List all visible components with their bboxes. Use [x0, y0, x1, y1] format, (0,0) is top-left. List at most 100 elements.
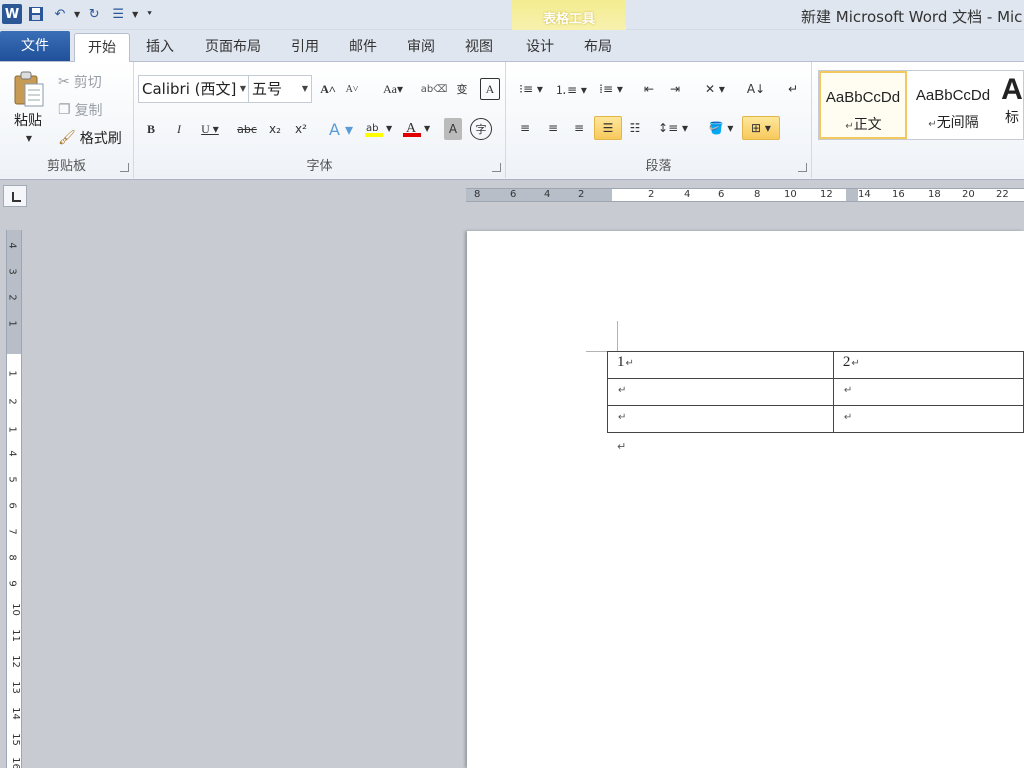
tab-mailings[interactable]: 邮件	[340, 33, 386, 61]
tab-selector[interactable]	[3, 185, 27, 207]
ruler-number: 6	[510, 189, 517, 200]
style-sample: AaBbCcDd	[915, 87, 991, 104]
cut-button[interactable]: ✂ 剪切	[58, 70, 102, 94]
format-painter-button[interactable]: 🖌 格式刷	[58, 126, 122, 150]
text-effects-icon[interactable]: A ▾	[326, 118, 356, 140]
tab-table-design[interactable]: 设计	[516, 33, 564, 61]
paste-icon[interactable]	[12, 70, 46, 110]
phonetic-guide-icon[interactable]: 变	[452, 78, 472, 100]
clipboard-group-label: 剪贴板	[46, 159, 86, 174]
decrease-indent-icon[interactable]: ⇤	[638, 78, 660, 100]
italic-icon[interactable]: I	[170, 118, 188, 140]
cell-text: 1	[617, 354, 625, 370]
tab-home[interactable]: 开始	[74, 33, 130, 63]
tab-page-layout[interactable]: 页面布局	[196, 33, 270, 61]
font-group: Calibri (西文] ▼ 五号 ▼ A˄ A˅ Aa▾ ab⌫ 变 A B I …	[134, 62, 506, 178]
subscript-icon[interactable]: x₂	[266, 118, 284, 140]
change-case-icon[interactable]: Aa▾	[378, 78, 408, 100]
table-cell[interactable]: ↵	[832, 378, 1024, 406]
justify-icon[interactable]: ☰	[594, 116, 622, 140]
tab-review[interactable]: 审阅	[398, 33, 444, 61]
tab-insert[interactable]: 插入	[138, 33, 182, 61]
format-painter-label: 格式刷	[79, 131, 122, 147]
table-row: 1↵ 2↵	[607, 351, 1024, 379]
ruler-column-marker[interactable]	[846, 189, 858, 201]
word-app-icon[interactable]: W	[2, 4, 22, 24]
table-cell[interactable]: 1↵	[607, 351, 834, 379]
align-right-icon[interactable]: ≡	[568, 116, 590, 140]
align-left-icon[interactable]: ≡	[514, 116, 536, 140]
cut-label: 剪切	[73, 75, 102, 91]
tab-table-layout[interactable]: 布局	[574, 33, 622, 61]
font-name-combo[interactable]: Calibri (西文] ▼	[138, 75, 250, 103]
enclose-characters-icon[interactable]: 字	[470, 118, 492, 140]
clear-formatting-icon[interactable]: ab⌫	[421, 78, 448, 100]
paragraph-launcher-icon[interactable]	[798, 163, 807, 172]
show-marks-icon[interactable]: ↵	[782, 78, 804, 100]
style-normal[interactable]: AaBbCcDd ↵正文	[819, 71, 907, 139]
bullets-icon[interactable]: ⁝≡ ▾	[514, 78, 548, 100]
table-cell[interactable]: ↵	[607, 405, 834, 433]
shading-icon[interactable]: 🪣 ▾	[702, 116, 740, 140]
tab-file[interactable]: 文件	[0, 31, 70, 61]
styles-gallery: AaBbCcDd ↵正文 AaBbCcDd ↵无间隔 A 标	[818, 70, 1024, 140]
undo-icon[interactable]: ↶	[50, 4, 70, 24]
customize-qat-icon[interactable]: ⯆	[146, 9, 152, 19]
distributed-icon[interactable]: ☷	[624, 116, 646, 140]
sort-icon[interactable]: A↓	[744, 78, 768, 100]
grow-font-icon[interactable]: A˄	[318, 78, 338, 100]
font-size-combo[interactable]: 五号 ▼	[248, 75, 312, 103]
paste-dropdown-icon[interactable]: ▼	[24, 134, 34, 143]
copy-button[interactable]: ❐ 复制	[58, 98, 103, 122]
line-spacing-icon[interactable]: ↕≡ ▾	[656, 116, 690, 140]
horizontal-ruler[interactable]: 8 6 4 2 2 4 6 8 10 12 14 16 18 20 22	[466, 188, 1024, 202]
ruler-number: 1	[6, 320, 18, 327]
character-shading-icon[interactable]: A	[444, 118, 462, 140]
ruler-number: 15	[9, 733, 21, 746]
align-center-icon[interactable]: ≡	[542, 116, 564, 140]
paragraph-mark-icon: ↵	[843, 412, 853, 423]
style-no-spacing[interactable]: AaBbCcDd ↵无间隔	[909, 71, 997, 139]
tab-references[interactable]: 引用	[282, 33, 328, 61]
ruler-number: 12	[820, 189, 833, 200]
redo-icon[interactable]: ↻	[84, 4, 104, 24]
document-page[interactable]	[467, 231, 1024, 768]
multilevel-list-icon[interactable]: ⁞≡ ▾	[594, 78, 628, 100]
shrink-font-icon[interactable]: A˅	[342, 78, 362, 100]
table-cell[interactable]: 2↵	[832, 351, 1024, 379]
font-color-icon[interactable]: A ▼	[400, 118, 434, 140]
increase-indent-icon[interactable]: ⇥	[664, 78, 686, 100]
tab-view[interactable]: 视图	[456, 33, 502, 61]
clipboard-launcher-icon[interactable]	[120, 163, 129, 172]
undo-dropdown-icon[interactable]: ▼	[74, 10, 80, 19]
table-cell[interactable]: ↵	[832, 405, 1024, 433]
numbering-icon[interactable]: ⒈≡ ▾	[554, 78, 588, 100]
vertical-ruler[interactable]: 4 3 2 1 1 2 1 4 5 6 7 8 9 10 11 12 13 14…	[6, 230, 22, 768]
character-border-icon[interactable]: A	[480, 78, 500, 100]
style-name: 无间隔	[936, 115, 979, 131]
table-cell[interactable]: ↵	[607, 378, 834, 406]
borders-icon[interactable]: ⊞ ▾	[742, 116, 780, 140]
bold-icon[interactable]: B	[142, 118, 160, 140]
chinese-layout-icon[interactable]: ✕ ▾	[698, 78, 732, 100]
font-launcher-icon[interactable]	[492, 163, 501, 172]
save-icon[interactable]	[26, 4, 46, 24]
list-icon[interactable]: ☰	[108, 4, 128, 24]
underline-icon[interactable]: U ▾	[196, 118, 224, 140]
list-dropdown-icon[interactable]: ▼	[132, 10, 138, 19]
ruler-number: 1	[6, 426, 18, 433]
style-heading[interactable]: A 标	[999, 71, 1024, 139]
strikethrough-icon[interactable]: abc	[234, 118, 260, 140]
ruler-number: 10	[784, 189, 797, 200]
ruler-number: 8	[754, 189, 761, 200]
ruler-number: 9	[6, 580, 18, 587]
chevron-down-icon: ▼	[239, 84, 246, 93]
ruler-number: 18	[928, 189, 941, 200]
paragraph-mark-icon: ↵	[843, 385, 853, 396]
highlight-color-icon[interactable]: ab ▼	[362, 118, 396, 140]
ribbon: 粘贴 ▼ ✂ 剪切 ❐ 复制 🖌 格式刷 剪贴板 Calibri (西文] ▼ 五号 ▼ …	[0, 62, 1024, 180]
cell-text: 2	[842, 354, 851, 370]
paste-button[interactable]: 粘贴	[8, 110, 48, 130]
document-table[interactable]: 1↵ 2↵ ↵ ↵ ↵ ↵	[607, 351, 1024, 433]
superscript-icon[interactable]: x²	[292, 118, 310, 140]
